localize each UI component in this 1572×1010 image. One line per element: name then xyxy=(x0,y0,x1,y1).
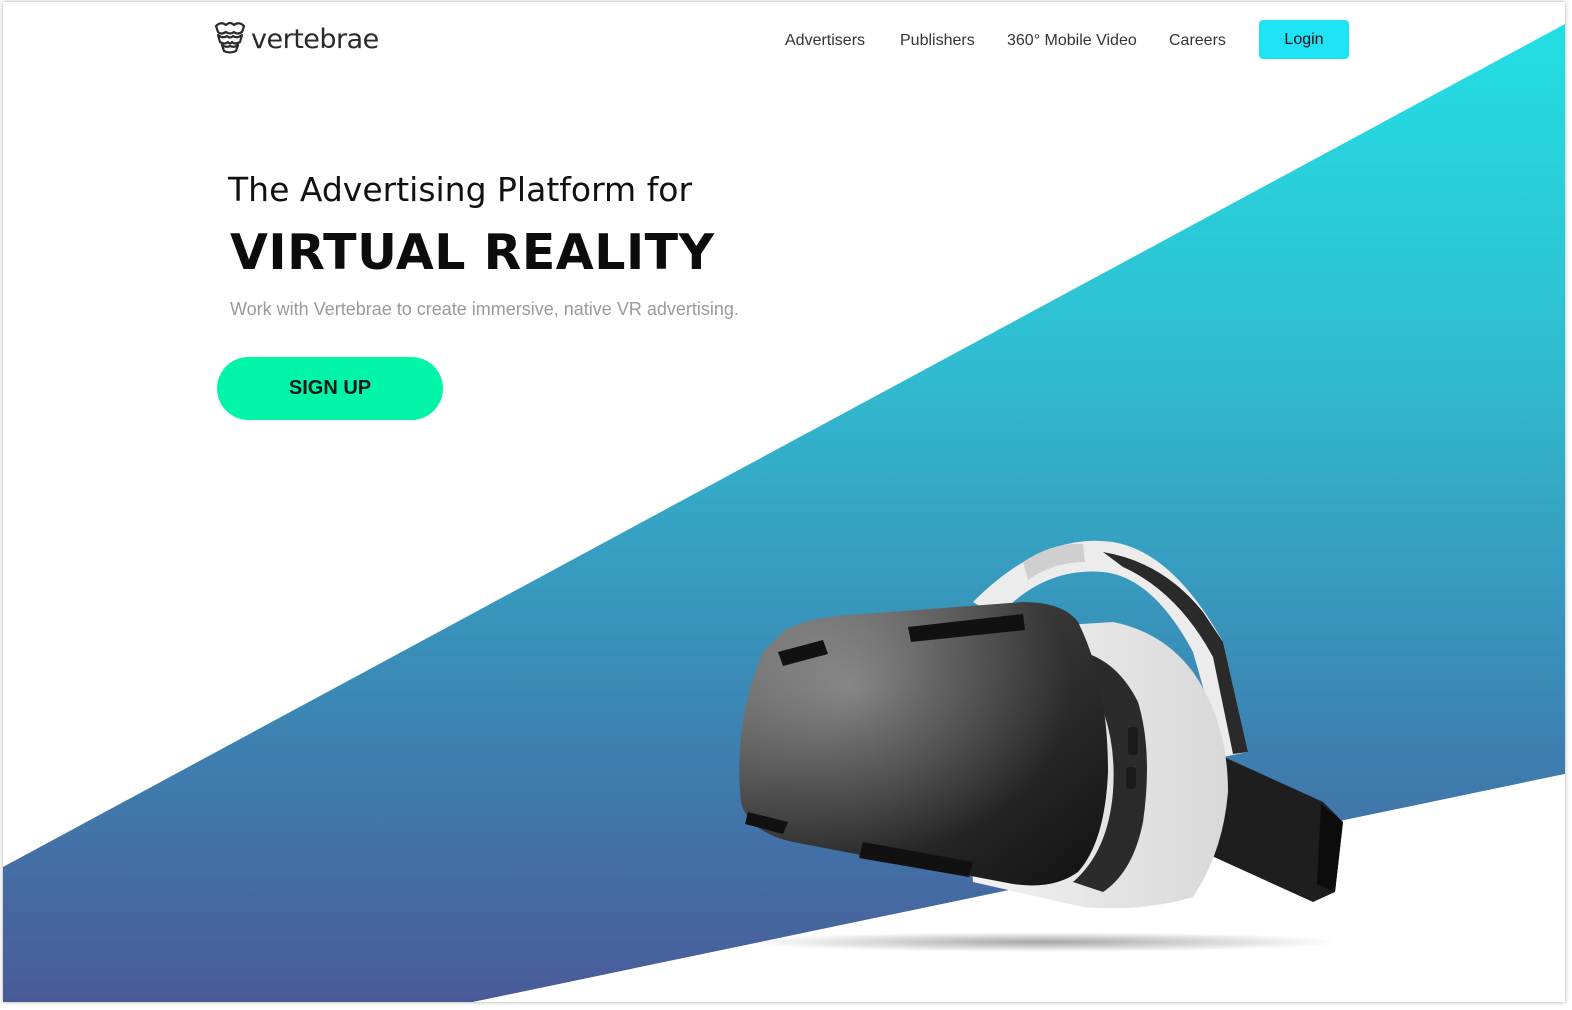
login-button[interactable]: Login xyxy=(1259,20,1349,59)
vertebrae-logo-icon xyxy=(213,20,247,59)
sign-up-button[interactable]: SIGN UP xyxy=(217,357,443,420)
nav-360-mobile-video-link[interactable]: 360° Mobile Video xyxy=(1007,32,1137,50)
nav-publishers-link[interactable]: Publishers xyxy=(900,32,975,50)
brand-logo[interactable]: vertebrae xyxy=(213,20,379,59)
hero-pretitle: The Advertising Platform for xyxy=(228,170,693,209)
nav-advertisers-link[interactable]: Advertisers xyxy=(785,32,865,50)
nav-careers-link[interactable]: Careers xyxy=(1169,32,1226,50)
hero-title: VIRTUAL REALITY xyxy=(230,224,715,281)
browser-window: vertebrae Advertisers Publishers 360° Mo… xyxy=(3,2,1565,1002)
vr-headset-illustration xyxy=(739,540,1343,909)
hero-subtitle: Work with Vertebrae to create immersive,… xyxy=(230,299,739,319)
logo-wordmark: vertebrae xyxy=(251,24,379,55)
